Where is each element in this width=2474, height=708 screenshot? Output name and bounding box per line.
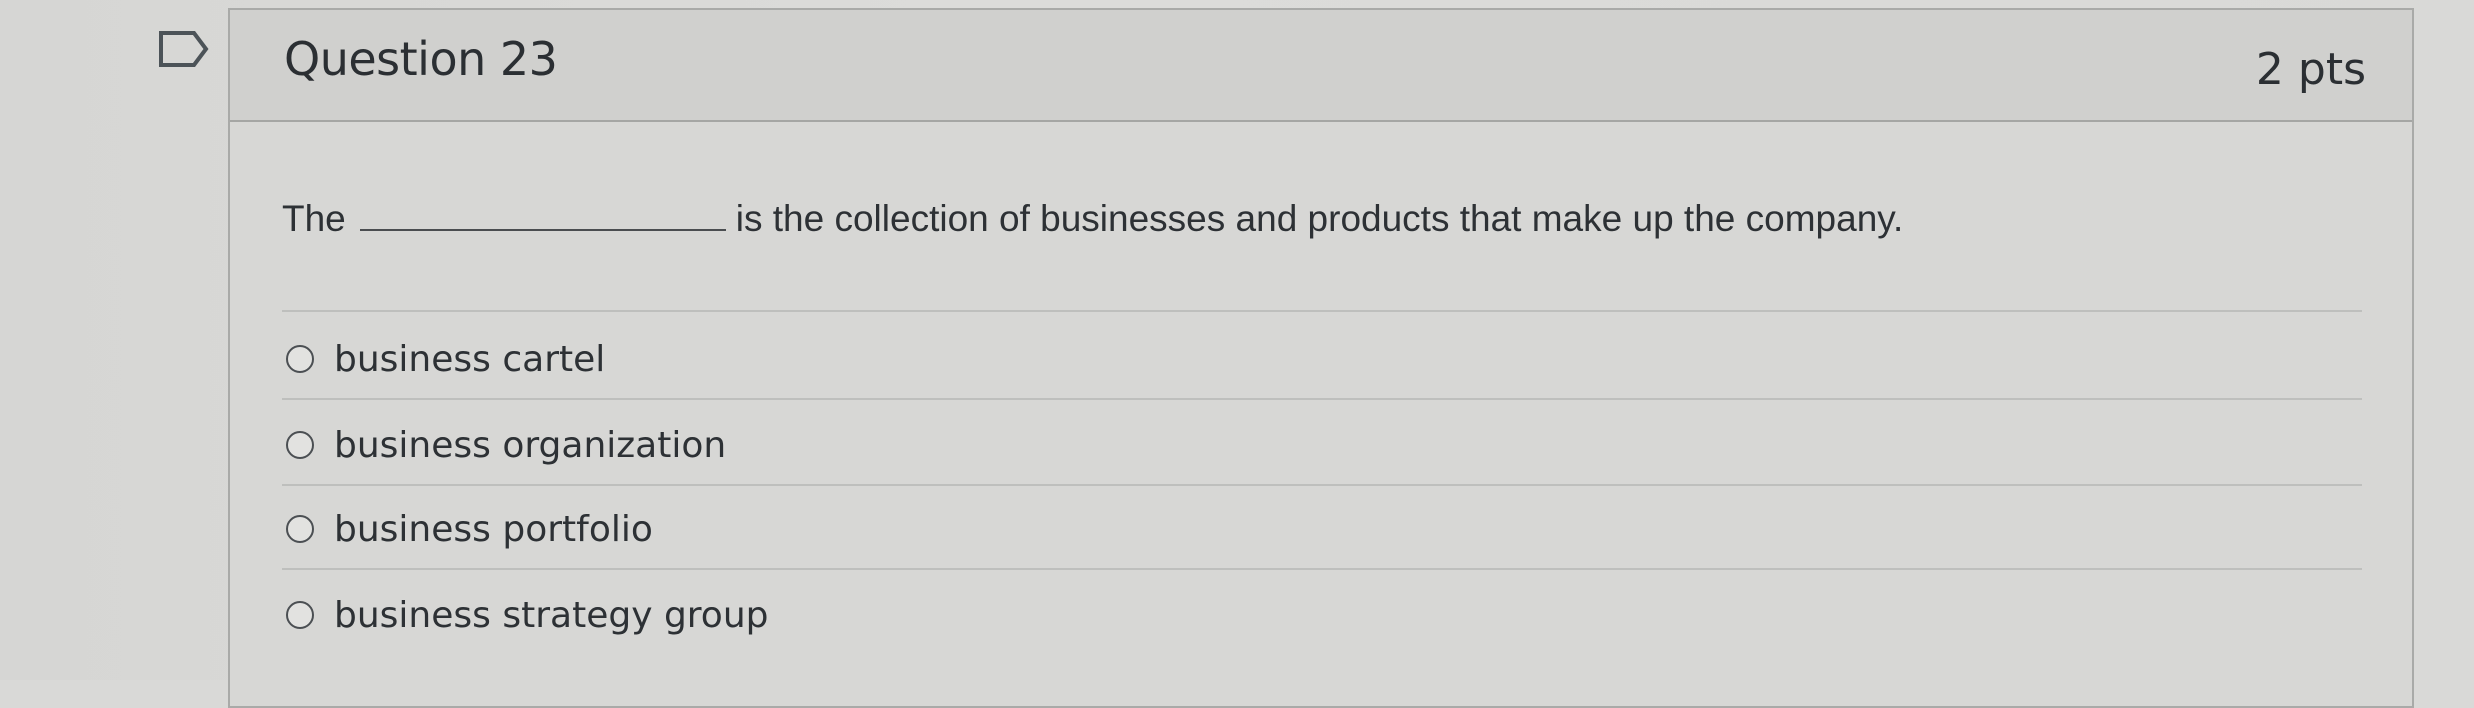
- radio-button[interactable]: [286, 601, 314, 629]
- question-text-after: is the collection of businesses and prod…: [735, 198, 1904, 239]
- bookmark-flag-icon[interactable]: [158, 30, 210, 68]
- divider: [282, 310, 2362, 312]
- answer-option[interactable]: business cartel: [286, 334, 605, 384]
- question-header: Question 23 2 pts: [230, 10, 2412, 122]
- answer-label: business cartel: [334, 338, 606, 380]
- radio-button[interactable]: [286, 431, 314, 459]
- question-text-before: The: [282, 198, 346, 239]
- answer-option[interactable]: business portfolio: [286, 504, 653, 554]
- divider: [282, 398, 2362, 400]
- radio-button[interactable]: [286, 515, 314, 543]
- answer-label: business portfolio: [334, 508, 653, 550]
- radio-button[interactable]: [286, 345, 314, 373]
- question-text: The is the collection of businesses and p…: [282, 198, 1903, 240]
- answer-option[interactable]: business strategy group: [286, 590, 769, 640]
- answer-option[interactable]: business organization: [286, 420, 726, 470]
- question-card: Question 23 2 pts The is the collection o…: [228, 8, 2414, 708]
- divider: [282, 568, 2362, 570]
- question-points: 2 pts: [2255, 44, 2366, 95]
- answer-label: business organization: [334, 424, 727, 466]
- divider: [282, 484, 2362, 486]
- question-title: Question 23: [284, 32, 558, 86]
- answer-label: business strategy group: [334, 594, 769, 636]
- fill-in-blank: [359, 199, 726, 231]
